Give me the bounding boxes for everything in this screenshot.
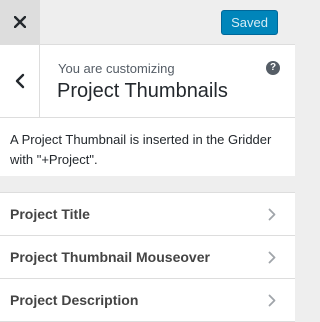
section-title: Project Thumbnails	[57, 80, 228, 102]
help-icon[interactable]: ?	[266, 61, 280, 75]
customizer-topbar: Saved	[0, 0, 295, 45]
chevron-right-icon	[268, 294, 276, 307]
control-list: Project Title Project Thumbnail Mouseove…	[0, 192, 295, 322]
section-header: You are customizing Project Thumbnails ?	[0, 45, 295, 118]
chevron-left-icon	[15, 73, 24, 89]
control-item-label: Project Description	[10, 292, 139, 308]
back-button[interactable]	[0, 45, 40, 117]
customizing-label: You are customizing	[58, 61, 175, 76]
control-item-project-title[interactable]: Project Title	[0, 192, 295, 235]
saved-button[interactable]: Saved	[221, 10, 278, 35]
chevron-right-icon	[268, 251, 276, 264]
control-item-label: Project Thumbnail Mouseover	[10, 249, 210, 265]
control-item-label: Project Title	[10, 206, 90, 222]
section-description: A Project Thumbnail is inserted in the G…	[0, 118, 295, 176]
control-item-project-thumbnail-mouseover[interactable]: Project Thumbnail Mouseover	[0, 235, 295, 278]
chevron-right-icon	[268, 208, 276, 221]
close-icon	[14, 16, 26, 28]
close-button[interactable]	[0, 0, 40, 44]
control-item-project-description[interactable]: Project Description	[0, 278, 295, 322]
